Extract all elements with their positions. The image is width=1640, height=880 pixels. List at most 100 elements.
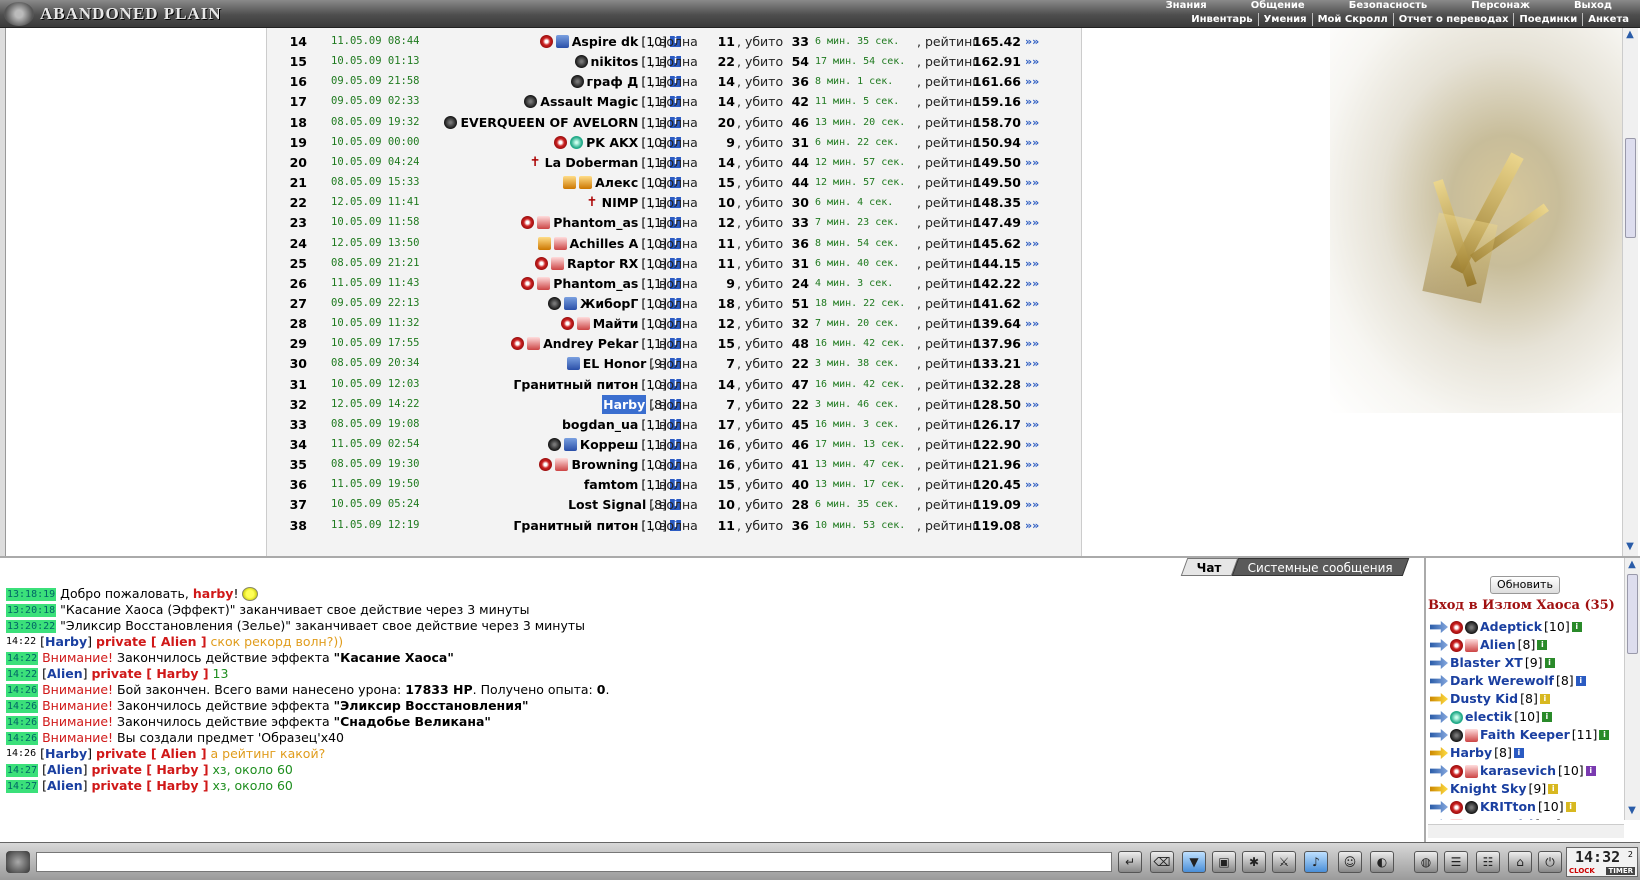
player-name[interactable]: Raptor RX xyxy=(567,254,638,273)
user-name[interactable]: Blaster XT xyxy=(1450,654,1523,672)
player-name[interactable]: famtom xyxy=(584,475,639,494)
scroll-up-icon[interactable]: ▲ xyxy=(1625,558,1639,572)
smile-icon[interactable]: ☺ xyxy=(1338,851,1362,873)
refresh-button[interactable]: Обновить xyxy=(1490,576,1560,594)
details-link[interactable]: »» xyxy=(1025,354,1039,373)
player-name[interactable]: EVERQUEEN OF AVELORN xyxy=(460,113,638,132)
details-link[interactable]: »» xyxy=(1025,314,1039,333)
player-name[interactable]: EL Honor xyxy=(583,354,647,373)
scroll-down-icon[interactable]: ▼ xyxy=(1625,804,1639,818)
details-link[interactable]: »» xyxy=(1025,72,1039,91)
top-menu-item[interactable]: Знания xyxy=(1144,0,1229,13)
player-name[interactable]: Корреш xyxy=(580,435,638,454)
online-user[interactable]: Blaster XT [9] i xyxy=(1430,654,1620,672)
user-name[interactable]: karasevich xyxy=(1480,762,1556,780)
online-hscrollbar[interactable] xyxy=(1428,824,1624,838)
details-link[interactable]: »» xyxy=(1025,435,1039,454)
user-name[interactable]: Faith Keeper xyxy=(1480,726,1570,744)
player-name[interactable]: La Doberman xyxy=(545,153,639,172)
player-name[interactable]: Harby xyxy=(602,394,647,414)
top-menu-item[interactable]: Персонаж xyxy=(1449,0,1552,13)
tab-chat[interactable]: Чат xyxy=(1181,558,1239,576)
player-name[interactable]: Гранитный питон xyxy=(513,375,638,394)
player-name[interactable]: NIMP xyxy=(602,193,639,212)
private-tag[interactable]: private [ Harby ] xyxy=(91,666,208,681)
online-user[interactable]: karasevich [10] i xyxy=(1430,762,1620,780)
user-name[interactable]: Adeptick xyxy=(1480,618,1542,636)
details-link[interactable]: »» xyxy=(1025,455,1039,474)
details-link[interactable]: »» xyxy=(1025,495,1039,514)
top-menu-item[interactable]: Общение xyxy=(1229,0,1327,13)
player-name[interactable]: Aspire dk xyxy=(572,32,639,51)
player-name[interactable]: Assault Magic xyxy=(540,92,638,111)
info-icon[interactable]: i xyxy=(1571,622,1582,632)
online-vscrollbar[interactable]: ▲ ▼ xyxy=(1624,558,1640,820)
tab-system-messages[interactable]: Системные сообщения xyxy=(1231,558,1410,576)
chat-input[interactable] xyxy=(36,852,1112,872)
online-user[interactable]: Knight Sky [9] i xyxy=(1430,780,1620,798)
details-link[interactable]: »» xyxy=(1025,113,1039,132)
player-name[interactable]: ЖиборГ xyxy=(580,294,638,313)
filter-icon[interactable]: ▼ xyxy=(1182,851,1206,873)
player-name[interactable]: bogdan_ua xyxy=(562,415,638,434)
eraser-icon[interactable]: ⌫ xyxy=(1150,851,1174,873)
details-link[interactable]: »» xyxy=(1025,32,1039,51)
sub-menu-item[interactable]: Анкета xyxy=(1582,13,1634,26)
chat-nick[interactable]: Alien xyxy=(47,762,83,777)
online-user[interactable]: Harby [8] i xyxy=(1430,744,1620,762)
scroll-down-icon[interactable]: ▼ xyxy=(1623,540,1637,554)
sub-menu-item[interactable]: Инвентарь xyxy=(1186,13,1257,26)
online-user[interactable]: Dusty Kid [8] i xyxy=(1430,690,1620,708)
top-menu-item[interactable]: Безопасность xyxy=(1327,0,1450,13)
player-name[interactable]: Алекс xyxy=(595,173,638,192)
online-user[interactable]: Adeptick [10] i xyxy=(1430,618,1620,636)
sub-menu-item[interactable]: Умения xyxy=(1257,13,1312,26)
details-link[interactable]: »» xyxy=(1025,475,1039,494)
player-name[interactable]: Browning xyxy=(571,455,638,474)
info-icon[interactable]: i xyxy=(1585,766,1596,776)
chat-nick[interactable]: Alien xyxy=(47,666,83,681)
private-tag[interactable]: private [ Harby ] xyxy=(91,762,208,777)
details-link[interactable]: »» xyxy=(1025,153,1039,172)
user-name[interactable]: Margogirl xyxy=(1465,816,1533,820)
top-menu-item[interactable]: Выход xyxy=(1552,0,1634,13)
details-link[interactable]: »» xyxy=(1025,213,1039,232)
player-name[interactable]: Майти xyxy=(593,314,639,333)
details-link[interactable]: »» xyxy=(1025,52,1039,71)
user-name[interactable]: KRITton xyxy=(1480,798,1536,816)
info-icon[interactable]: i xyxy=(1565,802,1576,812)
info-icon[interactable]: i xyxy=(1599,730,1610,740)
details-link[interactable]: »» xyxy=(1025,415,1039,434)
online-user[interactable]: KRITton [10] i xyxy=(1430,798,1620,816)
scroll-thumb[interactable] xyxy=(1625,138,1636,238)
info-icon[interactable]: i xyxy=(1544,658,1555,668)
online-user[interactable]: Faith Keeper [11] i xyxy=(1430,726,1620,744)
player-name[interactable]: Гранитный питон xyxy=(513,516,638,535)
details-link[interactable]: »» xyxy=(1025,395,1039,414)
sub-menu-item[interactable]: Отчет о переводах xyxy=(1392,13,1514,26)
enter-icon[interactable]: ↵ xyxy=(1118,851,1142,873)
info-icon[interactable]: i xyxy=(1541,712,1552,722)
menu-gear-icon[interactable] xyxy=(6,851,30,873)
user-name[interactable]: Dark Werewolf xyxy=(1450,672,1554,690)
sub-menu-item[interactable]: Поединки xyxy=(1513,13,1582,26)
chat-nick[interactable]: Harby xyxy=(45,746,87,761)
exit-icon[interactable]: ⏻ xyxy=(1538,851,1562,873)
info-icon[interactable]: i xyxy=(1513,748,1524,758)
player-name[interactable]: граф Д xyxy=(587,72,639,91)
sack-icon[interactable]: ◍ xyxy=(1414,851,1438,873)
sub-menu-item[interactable]: Мой Скролл xyxy=(1311,13,1393,26)
private-tag[interactable]: private [ Harby ] xyxy=(91,778,208,793)
info-icon[interactable]: i xyxy=(1548,784,1559,794)
group-icon[interactable]: ☷ xyxy=(1476,851,1500,873)
user-name[interactable]: Alien xyxy=(1480,636,1516,654)
online-user[interactable]: Dark Werewolf [8] i xyxy=(1430,672,1620,690)
online-user[interactable]: Alien [8] i xyxy=(1430,636,1620,654)
player-name[interactable]: Phantom_as xyxy=(553,274,638,293)
save-icon[interactable]: ▣ xyxy=(1212,851,1236,873)
online-user[interactable]: Margogirl[10]i xyxy=(1430,816,1620,820)
player-name[interactable]: Andrey Pekar xyxy=(543,334,638,353)
info-icon[interactable]: i xyxy=(1537,640,1548,650)
user-name[interactable]: Harby xyxy=(1450,744,1492,762)
chat-nick[interactable]: Alien xyxy=(47,778,83,793)
